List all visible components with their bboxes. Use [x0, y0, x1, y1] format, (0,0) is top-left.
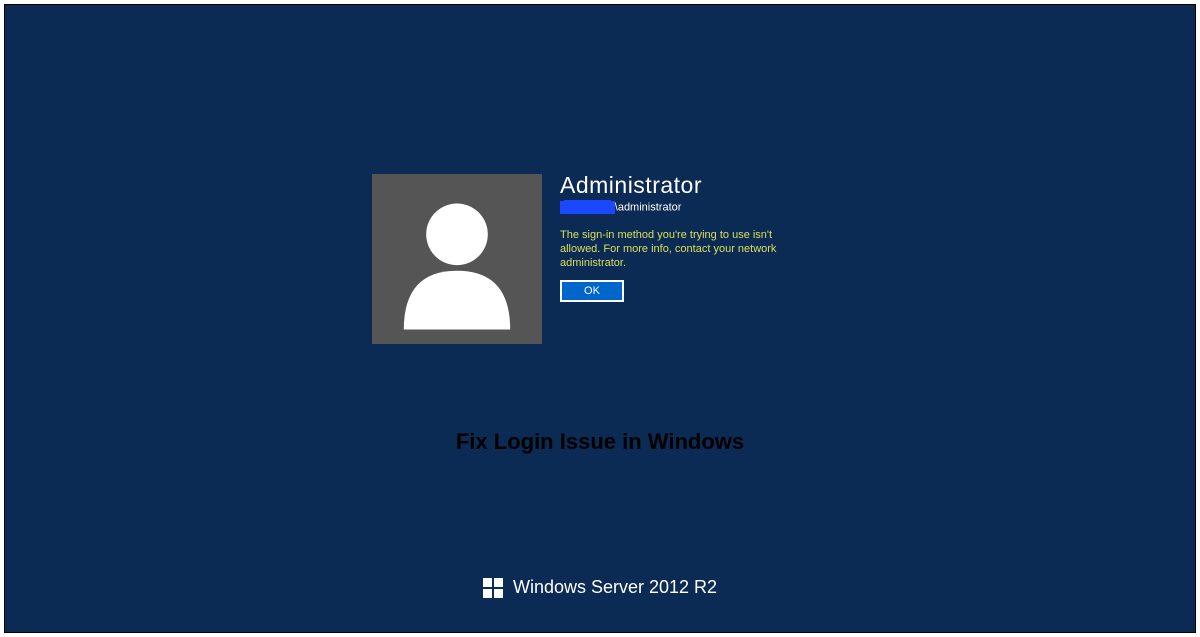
username-label: Administrator — [560, 172, 810, 199]
error-message: The sign-in method you're trying to use … — [560, 228, 810, 270]
user-avatar — [372, 174, 542, 344]
footer-brand: Windows Server 2012 R2 — [17, 577, 1183, 598]
window-frame: Administrator ██████\administrator The s… — [4, 4, 1196, 633]
login-info: Administrator ██████\administrator The s… — [560, 174, 810, 344]
domain-redacted: ██████ — [560, 201, 615, 214]
lock-screen: Administrator ██████\administrator The s… — [17, 19, 1183, 618]
windows-logo-icon — [483, 578, 503, 598]
ok-button[interactable]: OK — [560, 280, 624, 302]
login-container: Administrator ██████\administrator The s… — [372, 174, 810, 344]
domain-suffix: \administrator — [615, 201, 682, 213]
brand-text: Windows Server 2012 R2 — [513, 577, 717, 598]
overlay-caption: Fix Login Issue in Windows — [17, 429, 1183, 455]
person-icon — [387, 187, 527, 332]
domain-line: ██████\administrator — [560, 201, 810, 214]
